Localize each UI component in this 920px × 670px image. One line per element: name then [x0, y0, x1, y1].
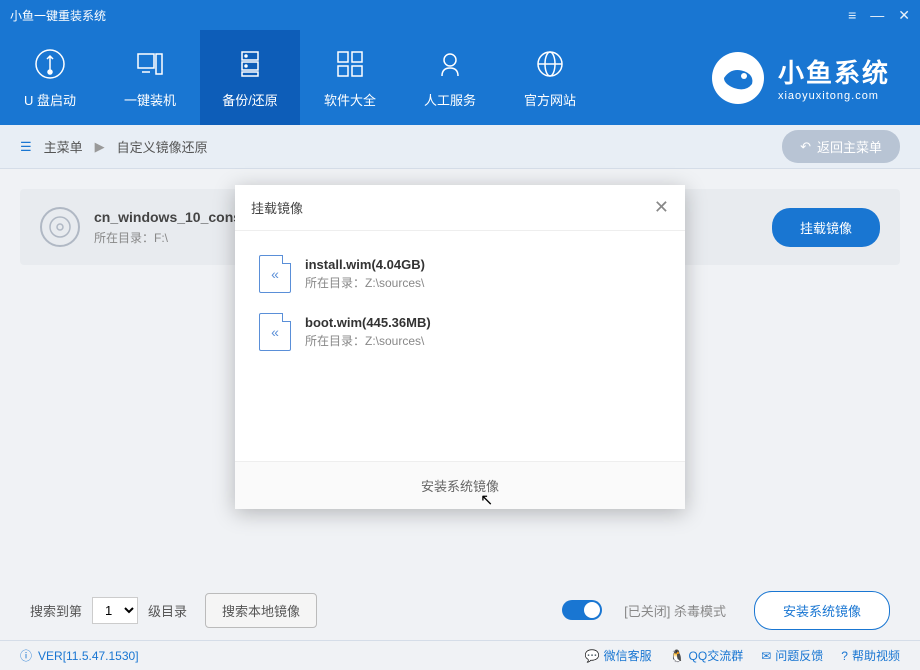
nav-label: 一键装机 [124, 90, 176, 109]
main-nav: U 盘启动 一键装机 备份/还原 软件大全 人工服务 官方网站 小鱼系统 [0, 30, 920, 125]
file-name: install.wim(4.04GB) [305, 257, 661, 272]
help-icon: ? [841, 649, 848, 663]
breadcrumb: ☰ 主菜单 ▶ 自定义镜像还原 [20, 137, 208, 156]
return-label: 返回主菜单 [817, 137, 882, 156]
nav-label: 人工服务 [424, 90, 476, 109]
minimize-icon[interactable]: — [870, 7, 884, 23]
modal-install-button[interactable]: 安装系统镜像 ↖ [235, 461, 685, 509]
file-item-install[interactable]: « install.wim(4.04GB) 所在目录：Z:\sources\ [235, 245, 685, 303]
nav-backup-restore[interactable]: 备份/还原 [200, 30, 300, 125]
qq-group-link[interactable]: 🐧 QQ交流群 [670, 647, 744, 664]
nav-usb-boot[interactable]: U 盘启动 [0, 30, 100, 125]
file-path: 所在目录：Z:\sources\ [305, 274, 661, 291]
app-title: 小鱼一键重装系统 [10, 7, 106, 24]
file-path: 所在目录：Z:\sources\ [305, 332, 661, 349]
nav-label: 官方网站 [524, 90, 576, 109]
brand-subtitle: xiaoyuxitong.com [778, 90, 890, 102]
help-video-link[interactable]: ? 帮助视频 [841, 647, 900, 664]
wechat-icon: 💬 [585, 649, 600, 663]
file-item-boot[interactable]: « boot.wim(445.36MB) 所在目录：Z:\sources\ [235, 303, 685, 361]
nav-label: 软件大全 [324, 90, 376, 109]
computer-icon [132, 46, 168, 82]
brand-title: 小鱼系统 [778, 53, 890, 90]
nav-one-click[interactable]: 一键装机 [100, 30, 200, 125]
wechat-support-link[interactable]: 💬 微信客服 [585, 647, 652, 664]
version-text: VER[11.5.47.1530] [38, 649, 139, 663]
breadcrumb-current: 自定义镜像还原 [117, 137, 208, 156]
nav-label: 备份/还原 [222, 90, 278, 109]
file-name: boot.wim(445.36MB) [305, 315, 661, 330]
headset-icon [432, 46, 468, 82]
feedback-link[interactable]: ✉ 问题反馈 [761, 647, 823, 664]
usb-icon [32, 46, 68, 82]
modal-header: 挂载镜像 ✕ [235, 185, 685, 231]
nav-website[interactable]: 官方网站 [500, 30, 600, 125]
cursor-icon: ↖ [480, 490, 493, 510]
feedback-icon: ✉ [761, 649, 771, 663]
return-main-button[interactable]: ↶ 返回主菜单 [782, 130, 900, 163]
fish-logo-icon [710, 50, 766, 106]
info-icon: ⓘ [20, 647, 32, 664]
titlebar: 小鱼一键重装系统 ≡ — ✕ [0, 0, 920, 30]
chevron-right-icon: ▶ [95, 139, 105, 155]
modal-overlay: 挂载镜像 ✕ « install.wim(4.04GB) 所在目录：Z:\sou… [0, 169, 920, 640]
brand: 小鱼系统 xiaoyuxitong.com [710, 30, 920, 125]
statusbar: ⓘ VER[11.5.47.1530] 💬 微信客服 🐧 QQ交流群 ✉ 问题反… [0, 640, 920, 670]
window-controls: ≡ — ✕ [848, 7, 910, 24]
modal-close-button[interactable]: ✕ [654, 197, 669, 218]
menu-icon[interactable]: ≡ [848, 7, 856, 23]
breadcrumb-bar: ☰ 主菜单 ▶ 自定义镜像还原 ↶ 返回主菜单 [0, 125, 920, 169]
wim-file-icon: « [259, 313, 291, 351]
grid-icon [332, 46, 368, 82]
modal-title: 挂载镜像 [251, 198, 303, 217]
mount-modal: 挂载镜像 ✕ « install.wim(4.04GB) 所在目录：Z:\sou… [235, 185, 685, 509]
nav-software[interactable]: 软件大全 [300, 30, 400, 125]
modal-body: « install.wim(4.04GB) 所在目录：Z:\sources\ «… [235, 231, 685, 461]
undo-icon: ↶ [800, 139, 811, 155]
nav-support[interactable]: 人工服务 [400, 30, 500, 125]
wim-file-icon: « [259, 255, 291, 293]
breadcrumb-home[interactable]: 主菜单 [44, 137, 83, 156]
qq-icon: 🐧 [670, 649, 685, 663]
nav-label: U 盘启动 [24, 90, 76, 109]
list-icon: ☰ [20, 139, 32, 155]
server-icon [232, 46, 268, 82]
close-icon[interactable]: ✕ [898, 7, 910, 24]
status-links: 💬 微信客服 🐧 QQ交流群 ✉ 问题反馈 ? 帮助视频 [585, 647, 900, 664]
globe-icon [532, 46, 568, 82]
